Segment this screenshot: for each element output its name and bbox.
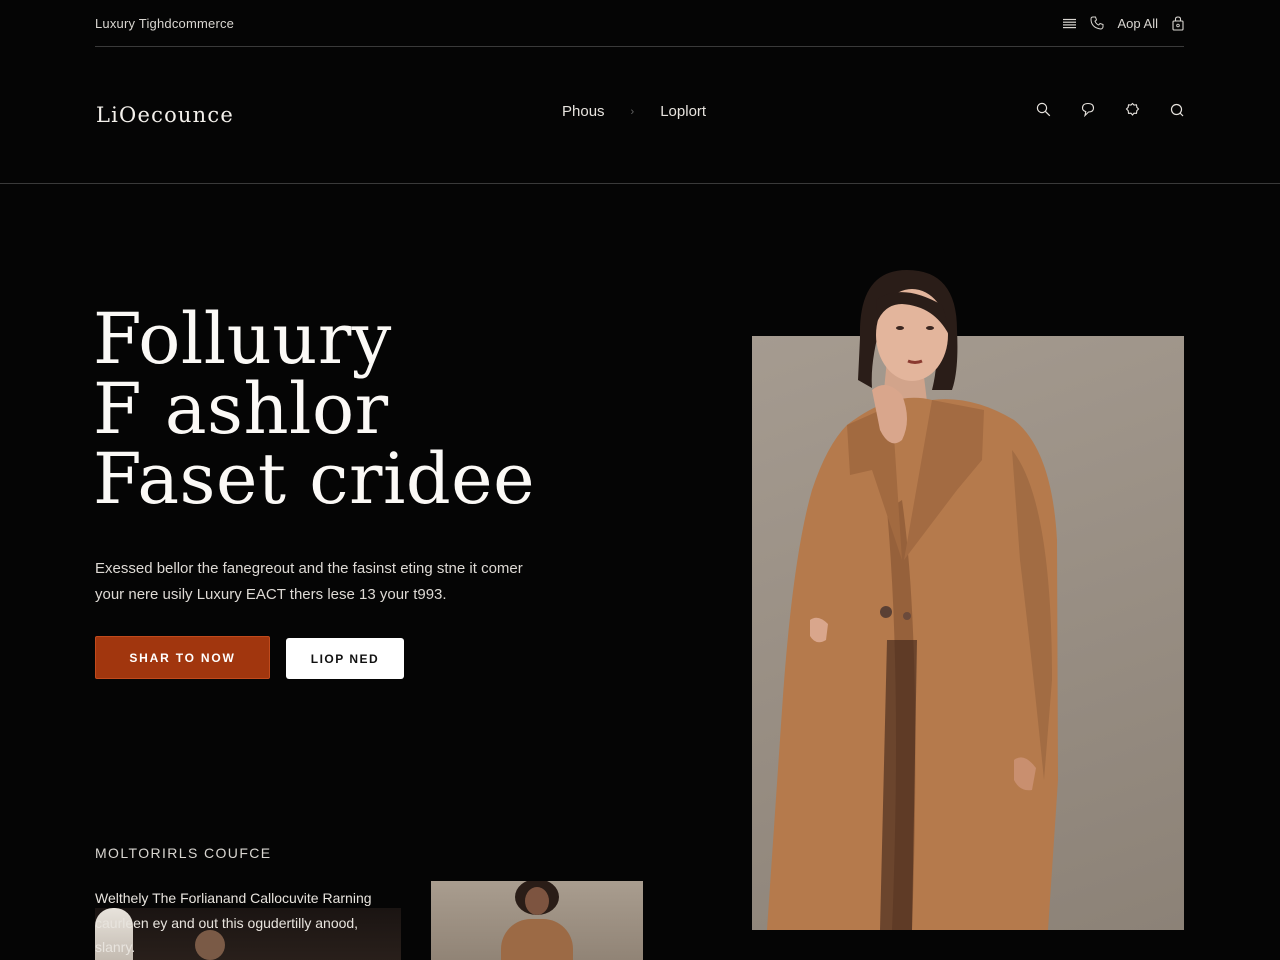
utility-bar: Luxury Tighdcommerce Aop All	[95, 0, 1184, 47]
nav-item-loplort[interactable]: Loplort	[660, 103, 706, 120]
explore-button[interactable]: LIOP NED	[286, 638, 404, 679]
hero-title-line: F ashlor	[93, 368, 389, 450]
main-nav: Phous › Loplort	[562, 103, 706, 120]
site-logo[interactable]: LiOecounce	[96, 103, 234, 127]
hero-title-line: Folluury	[93, 298, 392, 380]
utility-actions: Aop All	[1062, 15, 1184, 31]
search-icon[interactable]	[1036, 102, 1051, 117]
bag-icon[interactable]	[1172, 15, 1184, 31]
hero-description-line: your nere usily Luxury EACT thers lese 1…	[95, 586, 447, 603]
image-coat	[501, 919, 573, 960]
nav-item-phous[interactable]: Phous	[562, 103, 605, 120]
app-all-link[interactable]: Aop All	[1118, 16, 1158, 31]
main-header: LiOecounce Phous › Loplort	[0, 47, 1280, 184]
hero-description: Exessed bellor the fanegreout and the fa…	[95, 556, 615, 608]
hero-description-line: Exessed bellor the fanegreout and the fa…	[95, 560, 523, 577]
chat-icon[interactable]	[1081, 102, 1095, 117]
collection-image-right[interactable]	[431, 881, 643, 960]
hero-title: Folluury F ashlor Faset cridee	[93, 304, 653, 514]
image-face	[525, 887, 549, 915]
nav-separator-icon: ›	[630, 105, 635, 118]
menu-icon[interactable]	[1062, 18, 1076, 29]
collection-title: MOLTORIRLS COUFCE	[95, 845, 272, 861]
header-actions	[1036, 102, 1184, 117]
hero-title-line: Faset cridee	[93, 438, 535, 520]
search-icon[interactable]	[1170, 103, 1184, 117]
collection-text-line: slanry.	[95, 939, 136, 955]
page: Luxury Tighdcommerce Aop All LiOecounce …	[0, 0, 1280, 960]
utility-brand-text: Luxury Tighdcommerce	[95, 15, 235, 31]
collection-text-line: caurleen ey and out this ogudertilly ano…	[95, 914, 359, 931]
shop-now-button[interactable]: SHAR TO NOW	[95, 636, 270, 679]
hero-model-image	[767, 270, 1058, 930]
phone-icon[interactable]	[1090, 16, 1104, 30]
collection-text-line: Welthely The Forlianand Callocuvite Rarn…	[95, 890, 372, 906]
settings-icon[interactable]	[1125, 102, 1140, 117]
collection-description: Welthely The Forlianand Callocuvite Rarn…	[95, 886, 415, 960]
